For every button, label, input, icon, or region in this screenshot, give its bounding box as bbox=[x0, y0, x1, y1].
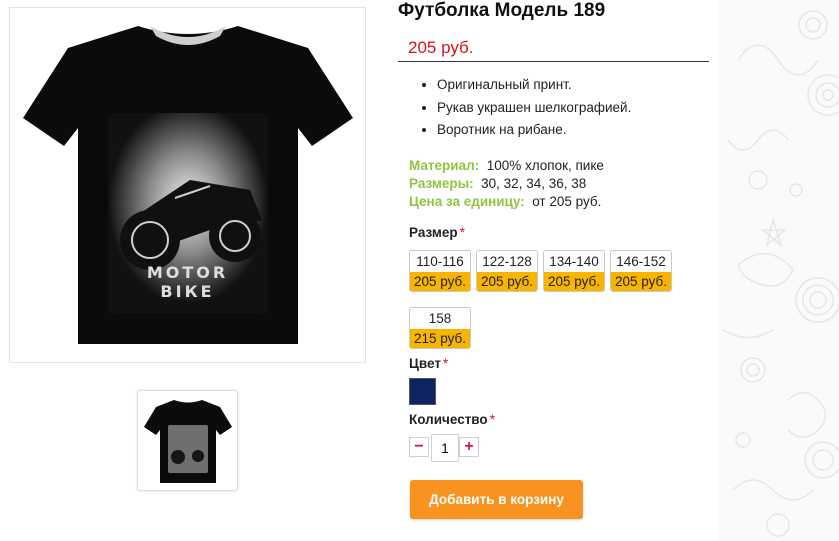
product-price: 205 руб. bbox=[408, 38, 474, 57]
size-label-text: Размер bbox=[409, 225, 458, 240]
feature-list: Оригинальный принт. Рукав украшен шелког… bbox=[414, 76, 631, 144]
size-option-price: 205 руб. bbox=[544, 272, 604, 291]
size-option-122-128[interactable]: 122-128 205 руб. bbox=[476, 250, 538, 292]
print-text: МОТОR ВІКЕ bbox=[146, 263, 229, 301]
required-mark: * bbox=[459, 225, 465, 240]
feature-item: Рукав украшен шелкографией. bbox=[437, 99, 631, 122]
spec-value: 100% хлопок, пике bbox=[486, 158, 604, 173]
feature-item: Оригинальный принт. bbox=[437, 76, 631, 99]
size-option-size: 158 bbox=[428, 311, 452, 326]
size-option-size: 122-128 bbox=[482, 254, 532, 269]
add-to-cart-button[interactable]: Добавить в корзину bbox=[410, 480, 583, 519]
color-swatch-navy[interactable] bbox=[409, 378, 436, 405]
quantity-input[interactable] bbox=[431, 434, 459, 462]
size-label: Размер * bbox=[409, 225, 465, 240]
size-option-158[interactable]: 158 215 руб. bbox=[409, 307, 471, 349]
spec-value: от 205 руб. bbox=[532, 194, 602, 209]
size-option-size: 134-140 bbox=[549, 254, 599, 269]
size-option-price: 205 руб. bbox=[477, 272, 537, 291]
size-option-110-116[interactable]: 110-116 205 руб. bbox=[409, 250, 471, 292]
spec-label: Материал: bbox=[409, 158, 480, 173]
feature-item: Воротник на рибане. bbox=[437, 121, 631, 144]
required-mark: * bbox=[489, 412, 495, 427]
spec-row-unit-price: Цена за единицу: от 205 руб. bbox=[409, 193, 604, 211]
spec-label: Размеры: bbox=[409, 176, 474, 191]
quantity-decrement-button[interactable]: − bbox=[409, 437, 429, 457]
size-option-price: 215 руб. bbox=[410, 329, 470, 348]
product-title: Футболка Модель 189 bbox=[398, 0, 606, 21]
quantity-increment-button[interactable]: + bbox=[459, 437, 479, 457]
spec-label: Цена за единицу: bbox=[409, 194, 525, 209]
size-option-134-140[interactable]: 134-140 205 руб. bbox=[543, 250, 605, 292]
spec-value: 30, 32, 34, 36, 38 bbox=[481, 176, 587, 191]
size-option-size: 146-152 bbox=[616, 254, 666, 269]
spec-row-material: Материал: 100% хлопок, пике bbox=[409, 157, 604, 175]
quantity-label: Количество * bbox=[409, 412, 495, 427]
product-thumbnail[interactable] bbox=[137, 390, 238, 491]
size-option-size: 110-116 bbox=[416, 254, 464, 269]
price-divider bbox=[398, 61, 709, 62]
decorative-pattern bbox=[718, 0, 839, 541]
spec-row-sizes: Размеры: 30, 32, 34, 36, 38 bbox=[409, 175, 604, 193]
color-label: Цвет * bbox=[409, 356, 448, 371]
quantity-label-text: Количество bbox=[409, 412, 488, 427]
product-main-image[interactable]: МОТОR ВІКЕ bbox=[9, 7, 366, 363]
color-label-text: Цвет bbox=[409, 356, 441, 371]
size-option-price: 205 руб. bbox=[611, 272, 671, 291]
spec-list: Материал: 100% хлопок, пике Размеры: 30,… bbox=[409, 157, 604, 211]
required-mark: * bbox=[442, 356, 449, 371]
size-option-146-152[interactable]: 146-152 205 руб. bbox=[610, 250, 672, 292]
size-option-price: 205 руб. bbox=[410, 272, 470, 291]
